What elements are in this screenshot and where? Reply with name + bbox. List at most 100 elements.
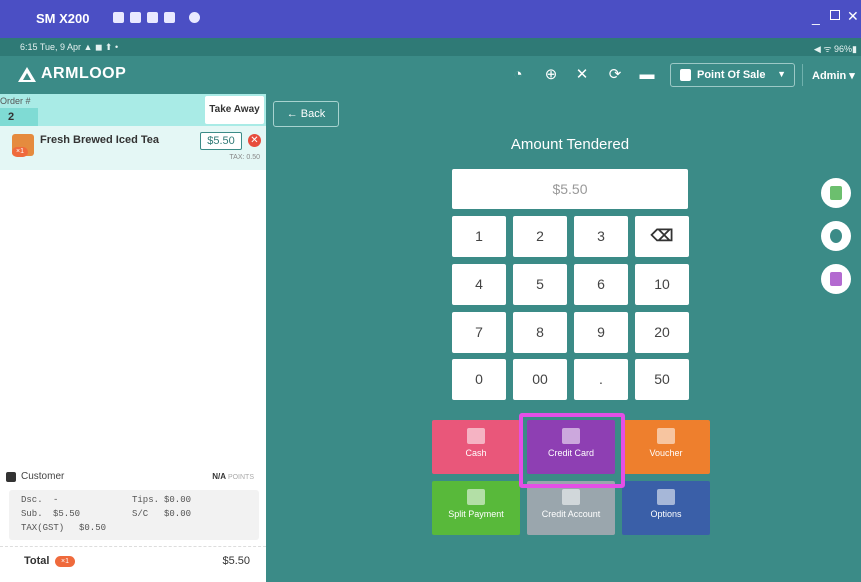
- status-indicators: ◀ ᯤ 96%▮: [813, 44, 857, 54]
- voucher-button[interactable]: Voucher: [622, 420, 710, 474]
- emulator-title-bar: SM X200 _ ✕: [0, 0, 861, 38]
- voucher-icon: [657, 428, 675, 444]
- item-quantity-badge: ×1: [12, 147, 28, 157]
- keypad-key[interactable]: 4: [452, 264, 506, 305]
- payment-method-label: Split Payment: [448, 509, 504, 519]
- brand-logo: ARMLOOP: [18, 65, 126, 83]
- fullscreen-icon[interactable]: [164, 12, 175, 23]
- customer-value: N/A: [212, 472, 226, 481]
- keypad-key[interactable]: 10: [635, 264, 689, 305]
- back-label: Back: [300, 108, 326, 120]
- brand-name: ARMLOOP: [41, 65, 127, 82]
- tax-label: TAX(GST): [21, 523, 65, 533]
- payment-method-label: Options: [650, 509, 682, 519]
- item-name: Fresh Brewed Iced Tea: [40, 134, 160, 146]
- register-icon: [680, 69, 691, 81]
- service-charge-value: $0.00: [164, 509, 192, 519]
- order-number-label: Order #: [0, 96, 31, 106]
- total-value: $5.50: [222, 555, 250, 567]
- selection-highlight: [519, 413, 625, 488]
- app-header: ARMLOOP ◔ ⊕ ✕ ⟳ ▬ Point Of Sale ▼ Admin …: [0, 56, 861, 94]
- keypad-key[interactable]: 20: [635, 312, 689, 353]
- emulator-tools: [113, 12, 200, 23]
- user-name: Admin: [812, 70, 847, 82]
- options-icon: [657, 489, 675, 505]
- totals-summary: Dsc. - Tips. $0.00 Sub. $5.50 S/C $0.00 …: [9, 490, 259, 540]
- beverage-icon: [830, 186, 842, 200]
- printer-icon[interactable]: ▬: [638, 66, 656, 84]
- cash-icon: [467, 428, 485, 444]
- close-button[interactable]: ✕: [847, 8, 859, 25]
- video-icon[interactable]: [130, 12, 141, 23]
- globe-icon[interactable]: ⊕: [542, 66, 560, 84]
- remove-item-icon[interactable]: ✕: [248, 134, 261, 147]
- credit-account-button[interactable]: Credit Account: [527, 481, 615, 535]
- amount-tendered-title: Amount Tendered: [510, 136, 630, 153]
- customer-label: Customer: [21, 471, 65, 482]
- credit-account-icon: [562, 489, 580, 505]
- utensils-icon[interactable]: ✕: [573, 66, 591, 84]
- android-status-bar: 6:15 Tue, 9 Apr ▲ ◼ ⬆ • ◀ ᯤ 96%▮: [0, 38, 861, 56]
- grand-total-row: Total ×1 $5.50: [0, 546, 266, 582]
- customer-points: N/A POINTS: [212, 472, 254, 481]
- keypad-key[interactable]: 50: [635, 359, 689, 400]
- payment-method-label: Cash: [465, 448, 487, 458]
- service-type-button[interactable]: Take Away: [205, 96, 264, 124]
- keypad-key[interactable]: 7: [452, 312, 506, 353]
- mode-select[interactable]: Point Of Sale ▼: [670, 63, 795, 87]
- keypad-key[interactable]: 0: [452, 359, 506, 400]
- customer-icon: [6, 472, 16, 482]
- order-panel: Order # 2 Take Away ×1 Fresh Brewed Iced…: [0, 94, 266, 582]
- service-charge-label: S/C: [132, 509, 149, 519]
- keypad-key[interactable]: 6: [574, 264, 628, 305]
- add-customer-icon: [830, 229, 842, 243]
- payment-method-label: Credit Account: [541, 509, 601, 519]
- back-button[interactable]: ← Back: [273, 101, 339, 127]
- side-action-button[interactable]: [821, 178, 851, 208]
- item-tax: TAX: 0.50: [229, 154, 260, 161]
- cash-button[interactable]: Cash: [432, 420, 520, 474]
- keypad-key[interactable]: 2: [513, 216, 567, 257]
- maximize-button[interactable]: [830, 10, 840, 20]
- sync-icon[interactable]: ⟳: [606, 66, 624, 84]
- side-action-button[interactable]: [821, 264, 851, 294]
- order-line-item[interactable]: ×1 Fresh Brewed Iced Tea $5.50 ✕ TAX: 0.…: [0, 126, 266, 170]
- amount-input[interactable]: $5.50: [452, 169, 688, 209]
- backspace-key[interactable]: ⌫: [635, 216, 689, 257]
- split-payment-icon: [467, 489, 485, 505]
- keypad-key[interactable]: 9: [574, 312, 628, 353]
- mode-label: Point Of Sale: [697, 69, 766, 81]
- user-menu[interactable]: Admin ▾: [812, 69, 855, 82]
- total-label: Total: [24, 555, 50, 567]
- item-price[interactable]: $5.50: [200, 132, 242, 150]
- keypad-key[interactable]: .: [574, 359, 628, 400]
- keypad-key[interactable]: 1: [452, 216, 506, 257]
- tax-value: $0.50: [79, 523, 107, 533]
- keypad-key[interactable]: 00: [513, 359, 567, 400]
- speedometer-icon[interactable]: ◔: [509, 66, 527, 84]
- device-title: SM X200: [36, 11, 90, 26]
- order-header: Order # 2 Take Away: [0, 94, 266, 126]
- tips-value: $0.00: [164, 495, 192, 505]
- total-quantity-badge: ×1: [55, 556, 75, 567]
- subtotal-label: Sub.: [21, 509, 43, 519]
- status-time: 6:15 Tue, 9 Apr ▲ ◼ ⬆ •: [20, 42, 119, 52]
- customer-row[interactable]: Customer N/A POINTS: [6, 470, 260, 486]
- gear-icon[interactable]: [189, 12, 200, 23]
- options-button[interactable]: Options: [622, 481, 710, 535]
- discount-value: -: [53, 495, 59, 505]
- side-action-button[interactable]: [821, 221, 851, 251]
- points-label: POINTS: [227, 474, 254, 481]
- keypad-key[interactable]: 8: [513, 312, 567, 353]
- split-payment-button[interactable]: Split Payment: [432, 481, 520, 535]
- headphones-icon[interactable]: [147, 12, 158, 23]
- payment-method-label: Voucher: [649, 448, 683, 458]
- camera-icon[interactable]: [113, 12, 124, 23]
- divider: [802, 64, 803, 86]
- order-number[interactable]: 2: [0, 108, 38, 126]
- keypad-key[interactable]: 3: [574, 216, 628, 257]
- minimize-button[interactable]: _: [812, 9, 820, 25]
- subtotal-value: $5.50: [53, 509, 81, 519]
- discount-label: Dsc.: [21, 495, 43, 505]
- keypad-key[interactable]: 5: [513, 264, 567, 305]
